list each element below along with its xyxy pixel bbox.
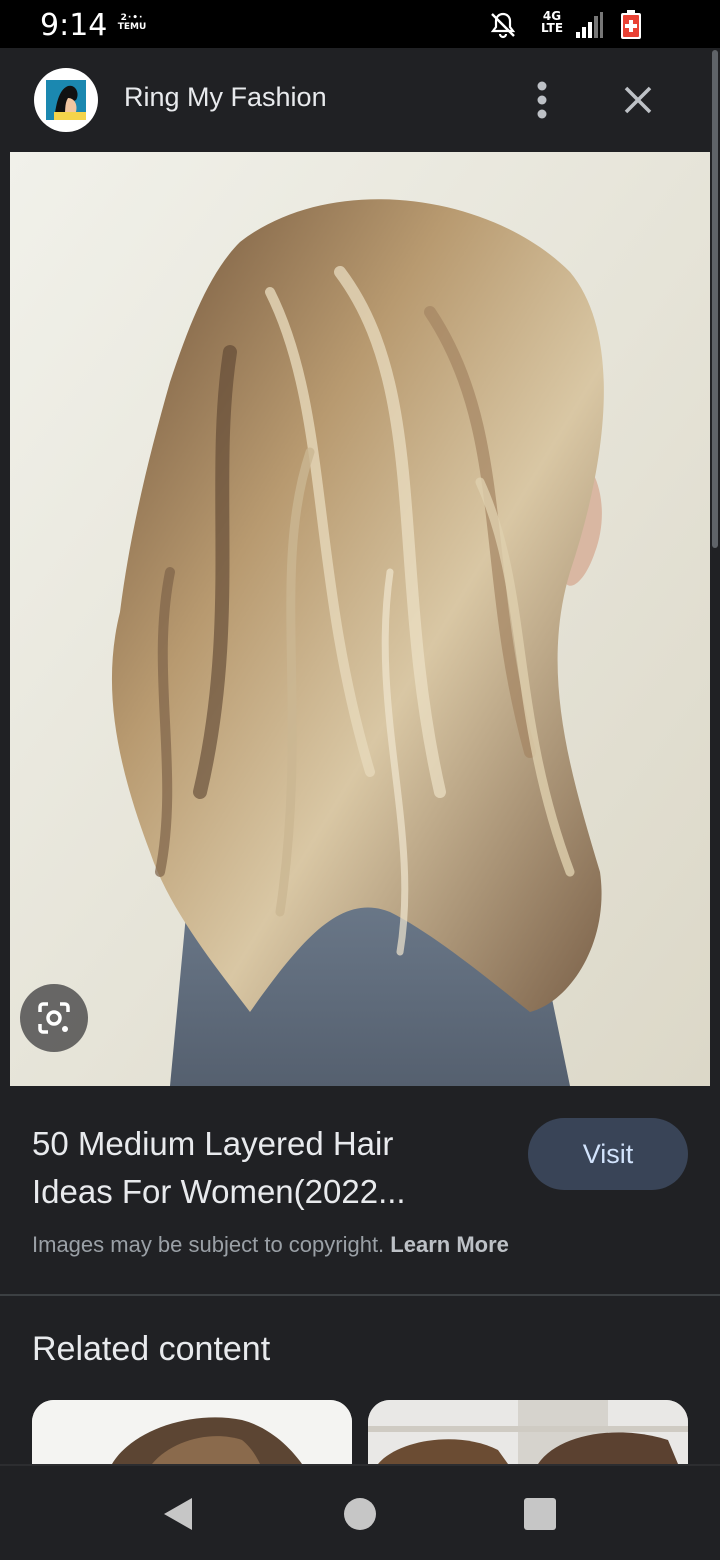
- result-title-line-1: 50 Medium Layered Hair: [32, 1125, 394, 1162]
- notifications-off-icon: [490, 12, 516, 39]
- lens-button[interactable]: [20, 984, 88, 1052]
- related-thumbnail: [32, 1400, 352, 1464]
- home-icon[interactable]: [344, 1498, 376, 1530]
- copyright-text: Images may be subject to copyright.: [32, 1232, 385, 1257]
- close-icon[interactable]: [614, 76, 662, 124]
- learn-more-link[interactable]: Learn More: [390, 1232, 509, 1257]
- result-info: 50 Medium Layered Hair Ideas For Women(2…: [0, 1086, 720, 1294]
- scrollbar-thumb[interactable]: [712, 50, 718, 548]
- battery-icon: [621, 10, 641, 39]
- related-thumbnail: [368, 1400, 688, 1464]
- related-content-heading: Related content: [32, 1330, 271, 1368]
- site-favicon: [34, 68, 98, 132]
- section-divider: [0, 1294, 720, 1296]
- back-icon[interactable]: [160, 1496, 196, 1532]
- app-indicator-label: TEMU: [117, 22, 147, 32]
- lens-icon: [38, 1002, 70, 1034]
- result-title-line-2: Ideas For Women(2022...: [32, 1173, 406, 1210]
- status-time: 9:14: [40, 8, 108, 43]
- more-vert-icon[interactable]: [522, 76, 562, 124]
- hair-photo: [10, 152, 710, 1086]
- temu-notification-icon: 2·•· TEMU: [116, 14, 148, 34]
- navigation-bar: [0, 1464, 720, 1560]
- copyright-notice: Images may be subject to copyright. Lear…: [32, 1232, 509, 1258]
- site-name[interactable]: Ring My Fashion: [124, 82, 327, 113]
- recents-icon[interactable]: [524, 1498, 556, 1530]
- signal-icon: [576, 12, 603, 38]
- network-label: LTE: [540, 21, 564, 35]
- lte-icon: 4G LTE: [540, 10, 564, 38]
- related-card[interactable]: [32, 1400, 352, 1464]
- result-title[interactable]: 50 Medium Layered Hair Ideas For Women(2…: [32, 1120, 502, 1216]
- status-bar: 9:14 2·•· TEMU 4G LTE: [0, 0, 720, 48]
- header: Ring My Fashion: [0, 48, 720, 152]
- visit-button[interactable]: Visit: [528, 1118, 688, 1190]
- main-image[interactable]: [10, 152, 710, 1086]
- related-card[interactable]: [368, 1400, 688, 1464]
